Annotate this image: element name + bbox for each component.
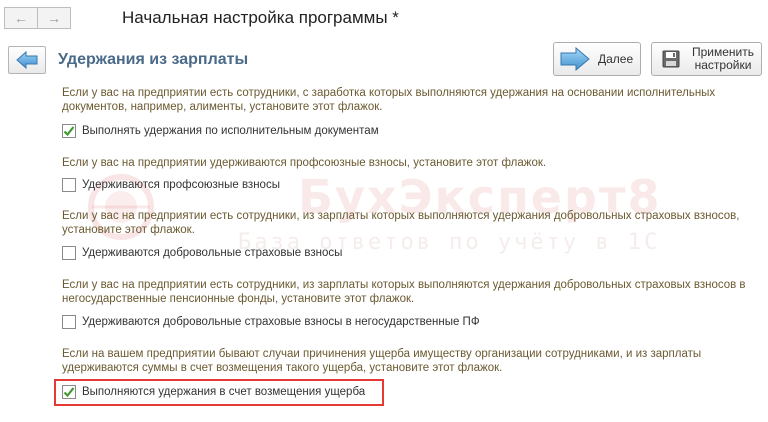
checkbox-label-damage-compensation: Выполняются удержания в счет возмещения … [82,386,366,398]
history-navigation: ← → [4,7,71,29]
check-icon [63,387,75,398]
arrow-right-icon [560,47,590,71]
option-exec-docs[interactable]: Выполнять удержания по исполнительным до… [62,124,379,138]
checkbox-label-union-fees: Удерживаются профсоюзные взносы [82,179,280,191]
next-button[interactable]: Далее [553,42,641,76]
next-button-label: Далее [598,52,634,66]
option-damage-compensation[interactable]: Выполняются удержания в счет возмещения … [62,385,365,399]
arrow-left-icon: ← [14,10,28,26]
option-voluntary-insurance[interactable]: Удерживаются добровольные страховые взно… [62,246,342,260]
description-union-fees: Если у вас на предприятии удерживаются п… [62,157,547,169]
option-union-fees[interactable]: Удерживаются профсоюзные взносы [62,178,280,192]
section-title: Удержания из зарплаты [58,51,249,68]
apply-settings-button[interactable]: Применить настройки [651,42,762,76]
arrow-left-icon [16,51,38,69]
history-forward-button[interactable]: → [37,7,71,29]
window-title: Начальная настройка программы * [122,8,399,27]
arrow-right-icon: → [47,10,61,26]
checkbox-label-exec-docs: Выполнять удержания по исполнительным до… [82,125,379,137]
description-pension-funds: Если у вас на предприятии есть сотрудник… [62,279,746,305]
checkbox-label-voluntary-insurance: Удерживаются добровольные страховые взно… [82,247,343,259]
apply-label-line2: настройки [694,58,752,72]
checkbox-voluntary-insurance[interactable] [62,246,76,260]
check-icon [63,126,75,137]
checkbox-exec-docs[interactable] [62,124,76,138]
checkbox-pension-funds[interactable] [62,315,76,329]
checkbox-union-fees[interactable] [62,178,76,192]
checkbox-damage-compensation[interactable] [62,385,76,399]
description-damage-compensation: Если на вашем предприятии бывают случаи … [62,348,702,374]
back-button[interactable] [8,46,46,74]
apply-label-line1: Применить [692,45,755,59]
description-exec-docs: Если у вас на предприятии есть сотрудник… [62,87,716,113]
apply-settings-label: Применить настройки [692,46,754,72]
history-back-button[interactable]: ← [4,7,38,29]
checkbox-label-pension-funds: Удерживаются добровольные страховые взно… [82,316,480,328]
description-voluntary-insurance: Если у вас на предприятии есть сотрудник… [62,210,740,236]
floppy-disk-icon [662,50,680,68]
option-pension-funds[interactable]: Удерживаются добровольные страховые взно… [62,315,480,329]
